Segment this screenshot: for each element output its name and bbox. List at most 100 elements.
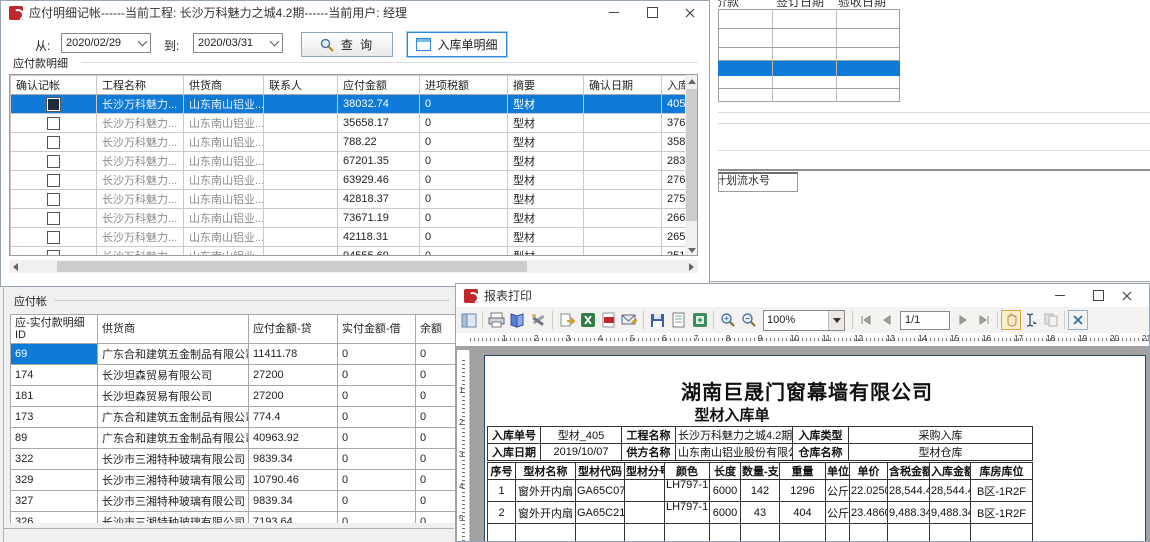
- project-cell[interactable]: 长沙万科魅力...: [97, 133, 184, 152]
- inbound-cell[interactable]: 265: [662, 228, 686, 247]
- supplier-cell[interactable]: 长沙坦森贸易有限公司: [98, 365, 249, 386]
- payable-detail-row[interactable]: 长沙万科魅力...山东南山铝业...63929.460型材276: [11, 171, 686, 190]
- scroll-down-arrow[interactable]: [685, 244, 698, 256]
- confirm-cell[interactable]: [11, 171, 97, 190]
- payable-detail-row[interactable]: 长沙万科魅力...山东南山铝业...35658.170型材376: [11, 114, 686, 133]
- tax-cell[interactable]: 0: [420, 114, 508, 133]
- contact-cell[interactable]: [264, 133, 338, 152]
- close-button[interactable]: [671, 1, 709, 24]
- balance-cell[interactable]: 0: [416, 365, 459, 386]
- payables-row[interactable]: 173广东合和建筑五金制品有限公司774.400: [11, 407, 459, 428]
- confirm-date-cell[interactable]: [584, 133, 662, 152]
- id-cell[interactable]: 181: [11, 386, 98, 407]
- project-cell[interactable]: 长沙万科魅力...: [97, 190, 184, 209]
- confirm-checkbox[interactable]: [47, 98, 60, 111]
- table-row[interactable]: [718, 89, 900, 102]
- inbound-cell[interactable]: 266: [662, 209, 686, 228]
- scrollbar-thumb[interactable]: [686, 89, 697, 221]
- confirm-checkbox[interactable]: [47, 136, 60, 149]
- amount-cell[interactable]: 42118.31: [338, 228, 420, 247]
- plan-serial-field[interactable]: 计划流水号: [718, 172, 798, 192]
- summary-cell[interactable]: 型材: [508, 95, 584, 114]
- credit-cell[interactable]: 27200: [249, 386, 338, 407]
- balance-cell[interactable]: 0: [416, 428, 459, 449]
- supplier-cell[interactable]: 长沙市三湘特种玻璃有限公司: [98, 470, 249, 491]
- amount-cell[interactable]: 35658.17: [338, 114, 420, 133]
- save-icon[interactable]: [647, 310, 668, 331]
- query-button[interactable]: 查 询: [301, 32, 393, 57]
- confirm-date-cell[interactable]: [584, 190, 662, 209]
- supplier-cell[interactable]: 山东南山铝业...: [184, 209, 264, 228]
- id-cell[interactable]: 173: [11, 407, 98, 428]
- page-setup-icon[interactable]: [668, 310, 689, 331]
- confirm-date-cell[interactable]: [584, 114, 662, 133]
- balance-cell[interactable]: 0: [416, 470, 459, 491]
- table-row[interactable]: [718, 29, 900, 48]
- project-cell[interactable]: 长沙万科魅力...: [97, 228, 184, 247]
- balance-cell[interactable]: 0: [416, 407, 459, 428]
- amount-cell[interactable]: 73671.19: [338, 209, 420, 228]
- column-header[interactable]: 应付金额-贷: [249, 315, 338, 344]
- credit-cell[interactable]: 11411.78: [249, 344, 338, 365]
- id-cell[interactable]: 326: [11, 512, 98, 524]
- payables-grid-header[interactable]: 应-实付款明细ID供货商应付金额-贷实付金额-借余额: [11, 315, 459, 344]
- inbound-cell[interactable]: 405: [662, 95, 686, 114]
- table-row[interactable]: [718, 48, 900, 61]
- id-cell[interactable]: 174: [11, 365, 98, 386]
- column-header[interactable]: 应-实付款明细ID: [11, 315, 98, 344]
- project-cell[interactable]: 长沙万科魅力...: [97, 209, 184, 228]
- confirm-cell[interactable]: [11, 152, 97, 171]
- confirm-checkbox[interactable]: [47, 250, 60, 257]
- confirm-cell[interactable]: [11, 114, 97, 133]
- confirm-date-cell[interactable]: [584, 95, 662, 114]
- copy-icon[interactable]: [1041, 310, 1061, 330]
- confirm-checkbox[interactable]: [47, 212, 60, 225]
- amount-cell[interactable]: 788.22: [338, 133, 420, 152]
- payable-detail-row[interactable]: 长沙万科魅力...山东南山铝业...94555.690型材251: [11, 247, 686, 257]
- print-icon[interactable]: [486, 310, 507, 331]
- summary-cell[interactable]: 型材: [508, 152, 584, 171]
- inbound-cell[interactable]: 283: [662, 152, 686, 171]
- payables-row[interactable]: 322长沙市三湘特种玻璃有限公司9839.3400: [11, 449, 459, 470]
- zoom-in-icon[interactable]: [717, 310, 738, 331]
- supplier-cell[interactable]: 长沙市三湘特种玻璃有限公司: [98, 449, 249, 470]
- amount-cell[interactable]: 67201.35: [338, 152, 420, 171]
- inbound-cell[interactable]: 276: [662, 171, 686, 190]
- credit-cell[interactable]: 9839.34: [249, 449, 338, 470]
- inbound-cell[interactable]: 358: [662, 133, 686, 152]
- balance-cell[interactable]: 0: [416, 386, 459, 407]
- summary-cell[interactable]: 型材: [508, 190, 584, 209]
- hand-tool-icon[interactable]: [1001, 310, 1021, 330]
- column-header[interactable]: 余额: [416, 315, 459, 344]
- confirm-date-cell[interactable]: [584, 247, 662, 257]
- payables-row[interactable]: 89广东合和建筑五金制品有限公司40963.9200: [11, 428, 459, 449]
- id-cell[interactable]: 327: [11, 491, 98, 512]
- credit-cell[interactable]: 7193.64: [249, 512, 338, 524]
- tax-cell[interactable]: 0: [420, 209, 508, 228]
- payable-detail-row[interactable]: 长沙万科魅力...山东南山铝业...67201.350型材283: [11, 152, 686, 171]
- debit-cell[interactable]: 0: [338, 386, 416, 407]
- debit-cell[interactable]: 0: [338, 470, 416, 491]
- chevron-down-icon[interactable]: [134, 34, 150, 52]
- page-number-input[interactable]: 1/1: [900, 311, 950, 330]
- chevron-down-icon[interactable]: [828, 311, 844, 330]
- amount-cell[interactable]: 63929.46: [338, 171, 420, 190]
- prev-page-button[interactable]: [876, 310, 896, 330]
- credit-cell[interactable]: 27200: [249, 365, 338, 386]
- scroll-left-arrow[interactable]: [9, 260, 22, 273]
- chevron-down-icon[interactable]: [266, 34, 282, 52]
- confirm-checkbox[interactable]: [47, 174, 60, 187]
- supplier-cell[interactable]: 广东合和建筑五金制品有限公司: [98, 344, 249, 365]
- confirm-cell[interactable]: [11, 133, 97, 152]
- project-cell[interactable]: 长沙万科魅力...: [97, 171, 184, 190]
- payable-detail-row[interactable]: 长沙万科魅力...山东南山铝业...38032.740型材405: [11, 95, 686, 114]
- confirm-cell[interactable]: [11, 247, 97, 257]
- balance-cell[interactable]: 0: [416, 449, 459, 470]
- table-row[interactable]: [718, 76, 900, 89]
- payables-row[interactable]: 329长沙市三湘特种玻璃有限公司10790.4600: [11, 470, 459, 491]
- confirm-date-cell[interactable]: [584, 152, 662, 171]
- payables-grid[interactable]: 应-实付款明细ID供货商应付金额-贷实付金额-借余额 69广东合和建筑五金制品有…: [10, 314, 458, 523]
- project-cell[interactable]: 长沙万科魅力...: [97, 152, 184, 171]
- amount-cell[interactable]: 94555.69: [338, 247, 420, 257]
- payable-detail-row[interactable]: 长沙万科魅力...山东南山铝业...788.220型材358: [11, 133, 686, 152]
